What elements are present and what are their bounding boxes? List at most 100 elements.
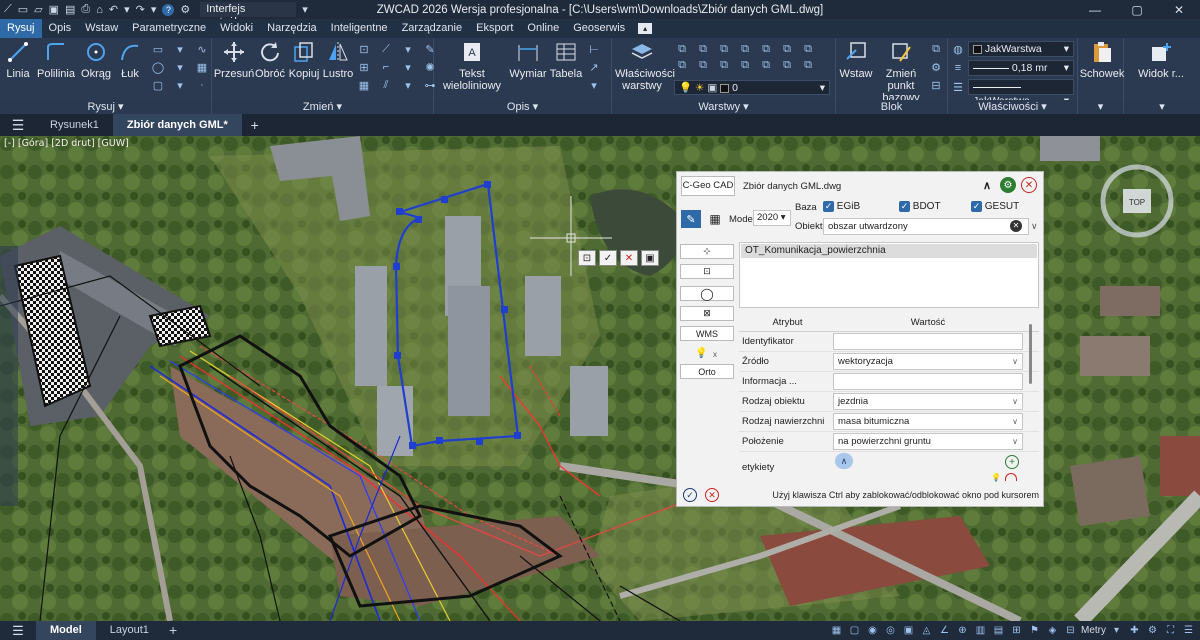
hamburger-menu-icon[interactable]: ☰ bbox=[0, 623, 36, 639]
zrodlo-select[interactable]: wektoryzacja ∨ bbox=[833, 353, 1023, 370]
group-label-opis[interactable]: Opis ▾ bbox=[434, 100, 611, 114]
widok-button[interactable]: Widok r... bbox=[1128, 40, 1194, 80]
scale-icon[interactable]: ⊞ bbox=[356, 60, 372, 74]
collapse-icon[interactable]: ∧ bbox=[983, 179, 991, 192]
view-cube[interactable]: TOP bbox=[1098, 162, 1176, 240]
annotation-icon[interactable]: ✚ bbox=[1127, 623, 1142, 638]
dropdown-icon[interactable]: ▾ bbox=[400, 78, 416, 92]
checkbox-egib[interactable]: ✓ EGiB bbox=[823, 201, 860, 212]
spline-icon[interactable]: ∿ bbox=[194, 42, 210, 56]
otrack-icon[interactable]: ◬ bbox=[919, 623, 934, 638]
workspace-gear-icon[interactable]: ⚙ bbox=[180, 3, 190, 16]
trim-icon[interactable]: ⟋ bbox=[378, 42, 394, 56]
save-as-icon[interactable]: ▤ bbox=[65, 3, 75, 16]
undo-dropdown-icon[interactable]: ▾ bbox=[124, 3, 130, 16]
new-file-icon[interactable]: ▭ bbox=[18, 3, 28, 16]
am-icon[interactable]: ⚑ bbox=[1027, 623, 1042, 638]
point-icon[interactable]: · bbox=[194, 78, 210, 92]
plot-icon[interactable]: ⌂ bbox=[96, 4, 103, 16]
tp-icon[interactable]: ▥ bbox=[973, 623, 988, 638]
maximize-button[interactable]: ▢ bbox=[1116, 0, 1158, 19]
tab-widoki[interactable]: Widoki bbox=[213, 19, 260, 38]
informacja-input[interactable] bbox=[833, 373, 1023, 390]
polar-icon[interactable]: ◎ bbox=[883, 623, 898, 638]
collapse-labels-icon[interactable]: ∧ bbox=[835, 453, 853, 469]
rodzaj-obiektu-select[interactable]: jezdnia ∨ bbox=[833, 393, 1023, 410]
clear-icon[interactable]: ✕ bbox=[1010, 220, 1022, 232]
lightbulb-icon[interactable]: 💡 bbox=[695, 348, 707, 359]
layer-tool-icon[interactable]: ⧉ bbox=[695, 58, 711, 72]
app-logo-icon[interactable]: ⟋ bbox=[4, 3, 12, 16]
chevron-down-icon[interactable]: ∨ bbox=[1031, 221, 1038, 232]
fillet-icon[interactable]: ⌐ bbox=[378, 60, 394, 74]
accept-icon[interactable]: ✓ bbox=[599, 250, 617, 266]
cgeo-cad-button[interactable]: C-Geo CAD bbox=[681, 176, 735, 196]
pick-rectangle-button[interactable]: ⊡ bbox=[680, 264, 734, 279]
cancel-icon[interactable]: ✕ bbox=[620, 250, 638, 266]
doc-tab-rysunek1[interactable]: Rysunek1 bbox=[36, 114, 113, 136]
tab-eksport[interactable]: Eksport bbox=[469, 19, 520, 38]
layer-tool-icon[interactable]: ⧉ bbox=[716, 58, 732, 72]
select-object-icon[interactable]: ⊡ bbox=[578, 250, 596, 266]
dropdown-icon[interactable]: ▾ bbox=[172, 78, 188, 92]
pick-circle-button[interactable]: ◯ bbox=[680, 286, 734, 301]
rodzaj-nawierzchni-select[interactable]: masa bitumiczna ∨ bbox=[833, 413, 1023, 430]
close-button[interactable]: ✕ bbox=[1158, 0, 1200, 19]
save-icon[interactable]: ▣ bbox=[49, 3, 59, 16]
pick-point-button[interactable]: ⊹ bbox=[680, 244, 734, 259]
block-tool-icon[interactable]: ⧉ bbox=[928, 42, 944, 56]
dropdown-icon[interactable]: ▾ bbox=[172, 60, 188, 74]
block-tool-icon[interactable]: ⊟ bbox=[928, 78, 944, 92]
workspace-icon[interactable]: ⚙ bbox=[1145, 623, 1160, 638]
tab-zarzadzanie[interactable]: Zarządzanie bbox=[395, 19, 470, 38]
checkbox-gesut[interactable]: ✓ GESUT bbox=[971, 201, 1019, 212]
schowek-button[interactable]: Schowek bbox=[1080, 40, 1124, 80]
wlasciwosci-warstwy-button[interactable]: Właściwości warstwy bbox=[615, 40, 675, 92]
customize-icon[interactable]: ☰ bbox=[1181, 623, 1196, 638]
lineweight-select[interactable]: 0,18 mr ▾ bbox=[968, 60, 1074, 76]
open-file-icon[interactable]: ▱ bbox=[34, 3, 42, 16]
print-icon[interactable]: ⎙ bbox=[81, 3, 90, 16]
scrollbar[interactable] bbox=[1029, 324, 1032, 384]
redo-dropdown-icon[interactable]: ▾ bbox=[151, 3, 157, 16]
block-tool-icon[interactable]: ⚙ bbox=[928, 60, 944, 74]
dropdown-icon[interactable]: ▾ bbox=[586, 78, 602, 92]
tab-parametryczne[interactable]: Parametryczne bbox=[125, 19, 213, 38]
new-tab-button[interactable]: + bbox=[242, 114, 268, 136]
obiekt-input[interactable]: obszar utwardzony ✕ bbox=[823, 218, 1029, 235]
undo-icon[interactable]: ↶ bbox=[109, 3, 118, 16]
redo-icon[interactable]: ↷ bbox=[136, 3, 145, 16]
model-year-select[interactable]: 2020 ▾ bbox=[753, 210, 791, 226]
layer-tool-icon[interactable]: ⧉ bbox=[800, 42, 816, 56]
add-layout-button[interactable]: + bbox=[163, 621, 183, 640]
tabela-button[interactable]: Tabela bbox=[544, 40, 588, 80]
hatch-icon[interactable]: ▦ bbox=[194, 60, 210, 74]
linetype-select[interactable]: JakWarstwa ▾ bbox=[968, 79, 1074, 107]
units-select[interactable]: Metry bbox=[1081, 623, 1106, 638]
dropdown-icon[interactable]: ▾ bbox=[400, 42, 416, 56]
list-item[interactable]: OT_Komunikacja_powierzchnia bbox=[741, 244, 1037, 258]
group-label-rysuj[interactable]: Rysuj ▾ bbox=[0, 100, 211, 114]
osnap-icon[interactable]: ▣ bbox=[901, 623, 916, 638]
group-label-wlasciwosci[interactable]: Właściwości ▾ bbox=[948, 100, 1077, 114]
tab-opis[interactable]: Opis bbox=[42, 19, 79, 38]
hamburger-menu-icon[interactable]: ☰ bbox=[0, 114, 36, 136]
group-label-blok[interactable]: Blok bbox=[836, 100, 947, 114]
status-tab-model[interactable]: Model bbox=[36, 621, 96, 640]
lineweight-icon[interactable]: ≡ bbox=[950, 61, 966, 75]
layer-tool-icon[interactable]: ⧉ bbox=[674, 58, 690, 72]
linear-dim-icon[interactable]: ⊢ bbox=[586, 42, 602, 56]
close-panel-icon[interactable]: ✕ bbox=[1021, 177, 1037, 193]
cube-icon[interactable]: ◈ bbox=[1045, 623, 1060, 638]
grid-icon[interactable]: ▦ bbox=[829, 623, 844, 638]
ortho-icon[interactable]: ◉ bbox=[865, 623, 880, 638]
offset-icon[interactable]: ⫽ bbox=[378, 78, 394, 92]
lightbulb-icon[interactable]: 💡 bbox=[991, 473, 1001, 482]
przesun-button[interactable]: Przesuń bbox=[214, 40, 254, 80]
qp-icon[interactable]: ▤ bbox=[991, 623, 1006, 638]
ellipse-icon[interactable]: ◯ bbox=[150, 60, 166, 74]
leader-icon[interactable]: ↗ bbox=[586, 60, 602, 74]
remove-label-icon[interactable] bbox=[1005, 473, 1017, 481]
tab-online[interactable]: Online bbox=[520, 19, 566, 38]
cancel-icon[interactable]: ✕ bbox=[705, 488, 719, 502]
